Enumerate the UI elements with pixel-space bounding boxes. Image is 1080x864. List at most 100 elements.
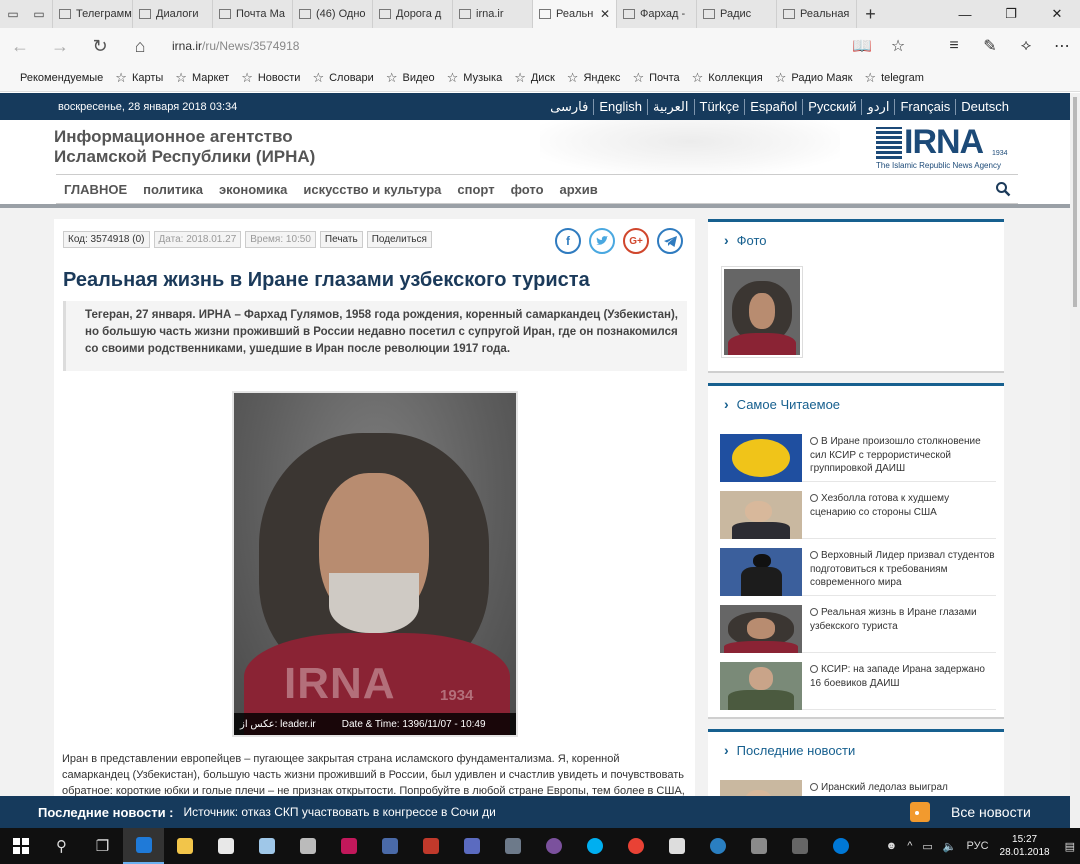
favorite-item[interactable]: ☆ Радио Маяк: [775, 70, 853, 86]
rss-icon[interactable]: [910, 802, 930, 822]
chrome-icon[interactable]: [615, 828, 656, 864]
favorite-item[interactable]: ☆ Коллекция: [692, 70, 763, 86]
menu-item[interactable]: спорт: [449, 182, 502, 197]
menu-item[interactable]: экономика: [211, 182, 295, 197]
favorite-item[interactable]: ☆ Видео: [386, 70, 435, 86]
forward-button[interactable]: →: [40, 36, 80, 57]
language-link[interactable]: اردو: [861, 98, 894, 115]
twitter-icon[interactable]: [589, 228, 615, 254]
minimize-button[interactable]: —: [942, 0, 988, 28]
facebook-icon[interactable]: f: [555, 228, 581, 254]
more-icon[interactable]: ⋯: [1044, 36, 1080, 56]
popular-news-item[interactable]: Хезболла готова к худшему сценарию со ст…: [720, 489, 996, 539]
tab-preview-icon[interactable]: ▭: [0, 0, 26, 28]
page-scrollbar[interactable]: [1070, 93, 1080, 828]
search-button[interactable]: [988, 175, 1018, 203]
language-link[interactable]: English: [593, 98, 647, 115]
print-button[interactable]: Печать: [319, 231, 363, 248]
store-icon[interactable]: [205, 828, 246, 864]
media-app-icon[interactable]: [492, 828, 533, 864]
url-field[interactable]: irna.ir/ru/News/3574918: [172, 39, 299, 53]
browser-tab[interactable]: Телеграмм: [52, 0, 132, 28]
ticker-text[interactable]: Источник: отказ СКП участвовать в конгре…: [184, 805, 496, 819]
sidebar-photo-thumbnail[interactable]: [721, 266, 803, 358]
menu-item[interactable]: фото: [503, 182, 552, 197]
favorite-item[interactable]: ☆ Новости: [241, 70, 300, 86]
viber-icon[interactable]: [533, 828, 574, 864]
sidebar-latest-title[interactable]: › Последние новости: [724, 742, 855, 758]
person-icon[interactable]: ☻: [886, 840, 898, 852]
task-view-icon[interactable]: ❐: [82, 828, 123, 864]
sw-app-icon[interactable]: [410, 828, 451, 864]
skype-icon[interactable]: [574, 828, 615, 864]
file-explorer-icon[interactable]: [164, 828, 205, 864]
hub-icon[interactable]: ≡: [936, 37, 972, 55]
back-button[interactable]: ←: [0, 36, 40, 57]
language-link[interactable]: العربية: [646, 98, 694, 115]
calculator-icon[interactable]: [287, 828, 328, 864]
all-news-link[interactable]: Все новости: [951, 804, 1031, 820]
favorite-item[interactable]: ☆ Почта: [632, 70, 679, 86]
browser-tab[interactable]: Диалоги: [132, 0, 212, 28]
language-link[interactable]: Türkçe: [693, 98, 745, 115]
photo-app-icon[interactable]: [738, 828, 779, 864]
skype-business-icon[interactable]: [820, 828, 861, 864]
notes-app-icon[interactable]: [246, 828, 287, 864]
menu-item[interactable]: архив: [552, 182, 606, 197]
favorite-item[interactable]: ☆ Диск: [514, 70, 555, 86]
telegram-icon[interactable]: [657, 228, 683, 254]
chat-app-icon[interactable]: [779, 828, 820, 864]
close-tab-icon[interactable]: ✕: [596, 7, 610, 21]
browser-tab[interactable]: Почта Ма: [212, 0, 292, 28]
menu-item[interactable]: ГЛАВНОЕ: [56, 182, 135, 197]
language-link[interactable]: Русский: [802, 98, 861, 115]
favorite-item[interactable]: ☆ Карты: [115, 70, 163, 86]
scrollbar-thumb[interactable]: [1073, 97, 1077, 307]
share-button[interactable]: Поделиться: [366, 231, 432, 248]
sidebar-popular-title[interactable]: › Самое Читаемое: [724, 396, 840, 412]
search-taskbar-icon[interactable]: ⚲: [41, 828, 82, 864]
browser-tab[interactable]: Реальная: [776, 0, 856, 28]
menu-item[interactable]: искусство и культура: [295, 182, 449, 197]
tab-list-icon[interactable]: ▭: [26, 0, 52, 28]
reading-view-icon[interactable]: 📖: [844, 36, 880, 56]
favorite-item[interactable]: ☆ telegram: [864, 70, 923, 86]
volume-icon[interactable]: 🔈: [943, 840, 957, 853]
irna-logo[interactable]: IRNA 1934 The Islamic Republic News Agen…: [876, 123, 1018, 171]
web-note-icon[interactable]: ✎: [972, 36, 1008, 56]
home-button[interactable]: ⌂: [120, 36, 160, 57]
google-plus-icon[interactable]: G+: [623, 228, 649, 254]
edge-browser-icon[interactable]: [123, 828, 164, 864]
browser-tab[interactable]: (46) Одно: [292, 0, 372, 28]
menu-item[interactable]: политика: [135, 182, 211, 197]
refresh-button[interactable]: ↻: [80, 36, 120, 57]
popular-news-item[interactable]: Верховный Лидер призвал студентов подгот…: [720, 546, 996, 596]
favorite-item[interactable]: Рекомендуемые: [20, 72, 103, 84]
windows-start-icon[interactable]: [0, 828, 41, 864]
latest-news-item[interactable]: Иранский ледолаз выиграл: [720, 778, 996, 796]
chevron-up-icon[interactable]: ^: [907, 840, 912, 852]
popular-news-item[interactable]: В Иране произошло столкновение сил КСИР …: [720, 432, 996, 482]
favorite-item[interactable]: ☆ Словари: [312, 70, 373, 86]
browser-tab[interactable]: Радис: [696, 0, 776, 28]
share-icon[interactable]: ⟡: [1008, 37, 1044, 55]
network-icon[interactable]: ▭: [922, 840, 932, 853]
new-tab-button[interactable]: +: [856, 0, 884, 28]
browser-tab[interactable]: irna.ir: [452, 0, 532, 28]
language-link[interactable]: Français: [894, 98, 955, 115]
favorite-star-icon[interactable]: ☆: [880, 36, 916, 56]
language-link[interactable]: فارسی: [545, 99, 593, 115]
close-window-button[interactable]: ✕: [1034, 0, 1080, 28]
article-photo[interactable]: IRNA 1934 عکس از: leader.ir Date & Time:…: [232, 391, 518, 737]
planet-app-icon[interactable]: [697, 828, 738, 864]
indesign-icon[interactable]: [328, 828, 369, 864]
keyboard-language[interactable]: РУС: [967, 840, 989, 852]
favorite-item[interactable]: ☆ Яндекс: [567, 70, 621, 86]
popular-news-item[interactable]: КСИР: на западе Ирана задержано 16 боеви…: [720, 660, 996, 710]
language-link[interactable]: Español: [744, 98, 802, 115]
mail-icon[interactable]: [656, 828, 697, 864]
sidebar-photo-title[interactable]: › Фото: [724, 232, 767, 248]
browser-tab[interactable]: Фархад -: [616, 0, 696, 28]
taskbar-clock[interactable]: 15:27 28.01.2018: [1000, 833, 1050, 859]
active-tab[interactable]: Реальн ✕: [532, 0, 616, 28]
